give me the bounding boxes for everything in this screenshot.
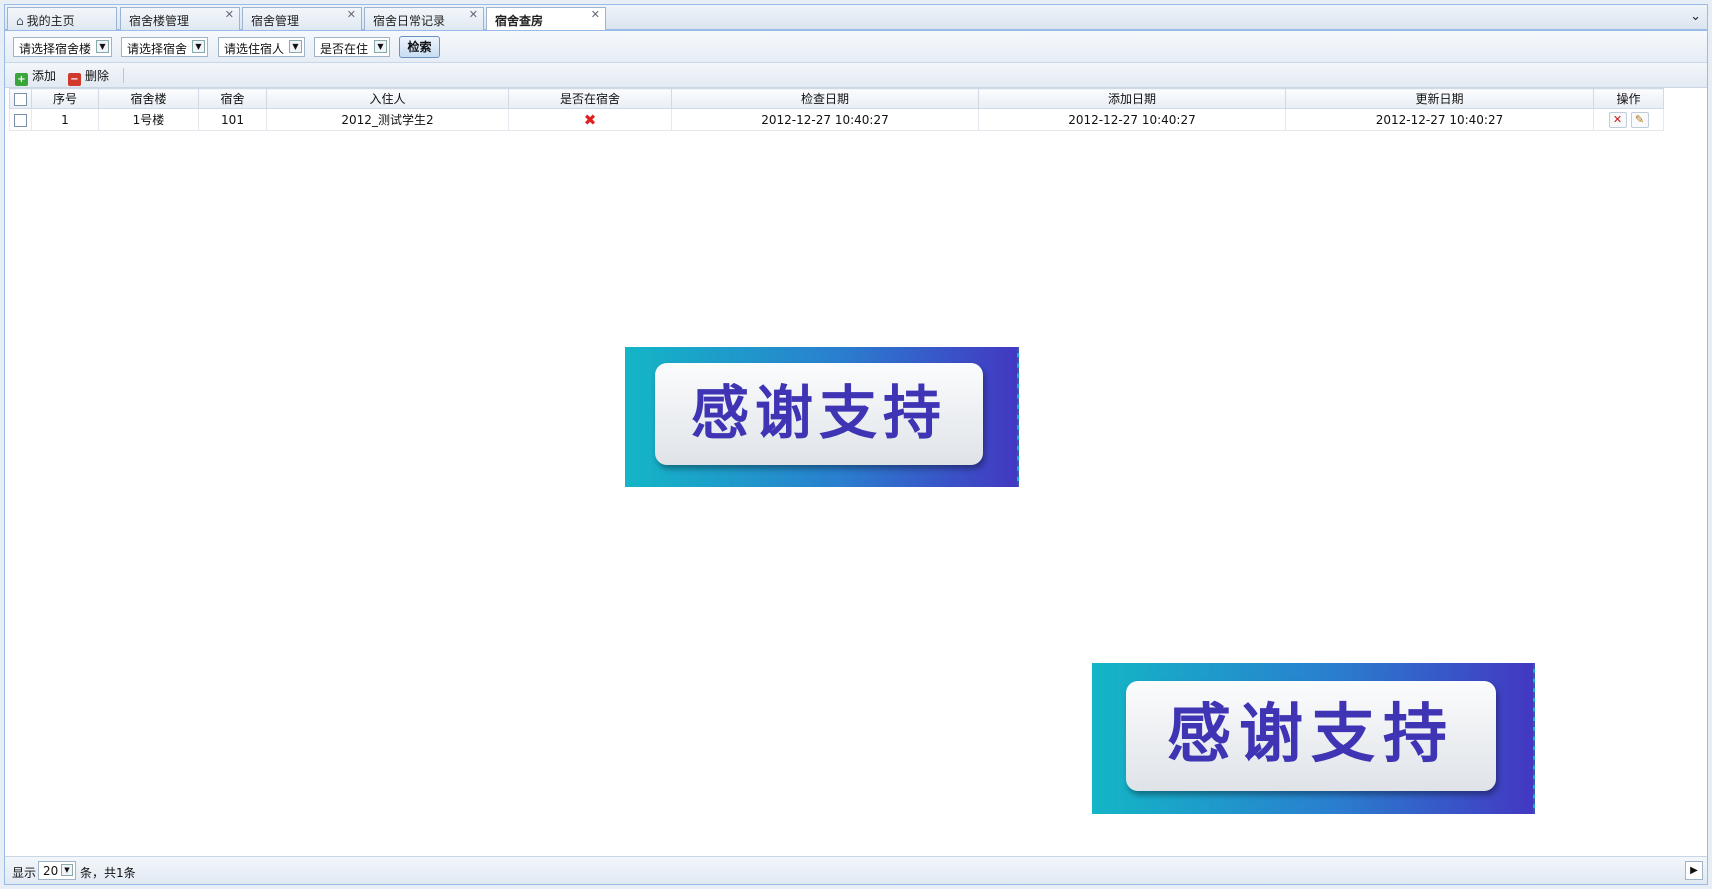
column-header[interactable]: 添加日期 [978,88,1286,109]
tab-label: 宿舍管理 [251,14,300,28]
row-edit-icon[interactable]: ✎ [1630,111,1649,128]
column-header[interactable]: 序号 [31,88,99,109]
chevron-down-icon: ▼ [192,40,205,53]
next-page-button[interactable]: ▶ [1685,861,1703,880]
cell-update-date: 2012-12-27 10:40:27 [1285,108,1594,131]
pager-summary: 条，共1条 [80,866,136,880]
chevron-down-icon: ▼ [289,40,302,53]
table-header: 序号 宿舍楼 宿舍 入住人 是否在宿舍 检查日期 添加日期 更新日期 操作 [9,88,1664,109]
cell-check-date: 2012-12-27 10:40:27 [671,108,979,131]
building-select[interactable]: 请选择宿舍楼 ▼ [13,37,112,57]
thanks-banner-corner: 感谢支持 [1092,663,1535,814]
x-mark-icon: ✖ [583,110,597,129]
delete-label: 删除 [85,69,110,83]
resident-select[interactable]: 请选住宿人 ▼ [218,37,305,57]
search-button[interactable]: 检索 [399,36,440,58]
row-checkbox[interactable] [14,113,27,127]
thanks-banner-label: 感谢支持 [1126,681,1496,791]
column-header[interactable]: 是否在宿舍 [508,88,672,109]
column-header[interactable]: 更新日期 [1285,88,1594,109]
page-size-value: 20 [43,864,59,878]
cell-index: 1 [31,108,99,131]
close-icon[interactable]: ✕ [347,8,356,21]
chevron-down-icon: ▼ [374,40,387,53]
tab-building-management[interactable]: 宿舍楼管理 ✕ [120,7,240,30]
tab-dorm-management[interactable]: 宿舍管理 ✕ [242,7,362,30]
check-table: 序号 宿舍楼 宿舍 入住人 是否在宿舍 检查日期 添加日期 更新日期 操作 1 … [9,88,1664,131]
thanks-banner-label: 感谢支持 [655,363,983,465]
add-button[interactable]: + 添加 [15,67,56,86]
close-icon[interactable]: ✕ [591,8,600,21]
column-header[interactable]: 入住人 [266,88,509,109]
select-all-checkbox[interactable] [14,92,27,106]
tab-label: 宿舍查房 [495,14,544,28]
tab-room-check[interactable]: 宿舍查房 ✕ [486,7,606,31]
page-size-select[interactable]: 20 ▼ [38,861,76,880]
close-icon[interactable]: ✕ [469,8,478,21]
in-dorm-select-value: 是否在住 [320,42,369,56]
tab-label: 我的主页 [26,14,75,28]
pager-show-label: 显示 [12,866,37,880]
chevron-right-icon: ▶ [1690,865,1698,876]
cell-dorm: 101 [198,108,267,131]
delete-icon: − [68,73,81,86]
add-icon: + [15,73,28,86]
filter-bar: 请选择宿舍楼 ▼ 请选择宿舍 ▼ 请选住宿人 ▼ 是否在住 ▼ 检索 [5,31,1707,63]
cell-building: 1号楼 [98,108,199,131]
tab-home[interactable]: ⌂ 我的主页 [7,7,117,30]
cell-actions: ✕ ✎ [1593,108,1664,131]
delete-button[interactable]: − 删除 [68,67,109,86]
action-toolbar: + 添加 − 删除 [5,63,1707,88]
in-dorm-select[interactable]: 是否在住 ▼ [314,37,390,57]
tab-bar: ⌂ 我的主页 宿舍楼管理 ✕ 宿舍管理 ✕ 宿舍日常记录 ✕ 宿舍查房 ✕ ⌄ [4,4,1708,31]
cell-in-dorm: ✖ [508,108,672,131]
column-header[interactable]: 宿舍楼 [98,88,199,109]
chevron-down-icon: ▼ [61,864,73,876]
dorm-select[interactable]: 请选择宿舍 ▼ [121,37,208,57]
tab-label: 宿舍楼管理 [129,14,190,28]
add-label: 添加 [32,69,57,83]
cell-resident: 2012_测试学生2 [266,108,509,131]
thanks-banner-center: 感谢支持 [625,347,1019,487]
resident-select-value: 请选住宿人 [224,42,285,56]
table-row[interactable]: 1 1号楼 101 2012_测试学生2 ✖ 2012-12-27 10:40:… [9,108,1664,131]
column-header: 操作 [1593,88,1664,109]
chevron-down-icon: ▼ [96,40,109,53]
close-icon[interactable]: ✕ [225,8,234,21]
building-select-value: 请选择宿舍楼 [19,42,92,56]
home-icon: ⌂ [16,14,24,28]
pagination-bar: 显示 20 ▼ 条，共1条 ▶ [5,856,1707,884]
tab-daily-record[interactable]: 宿舍日常记录 ✕ [364,7,484,30]
toolbar-divider [123,68,124,83]
column-header[interactable]: 宿舍 [198,88,267,109]
dorm-select-value: 请选择宿舍 [127,42,188,56]
tab-label: 宿舍日常记录 [373,14,446,28]
select-all-checkbox-cell[interactable] [9,88,32,109]
cell-add-date: 2012-12-27 10:40:27 [978,108,1286,131]
tab-menu-icon[interactable]: ⌄ [1690,9,1701,24]
row-checkbox-cell[interactable] [9,108,32,131]
row-delete-icon[interactable]: ✕ [1608,111,1627,128]
column-header[interactable]: 检查日期 [671,88,979,109]
